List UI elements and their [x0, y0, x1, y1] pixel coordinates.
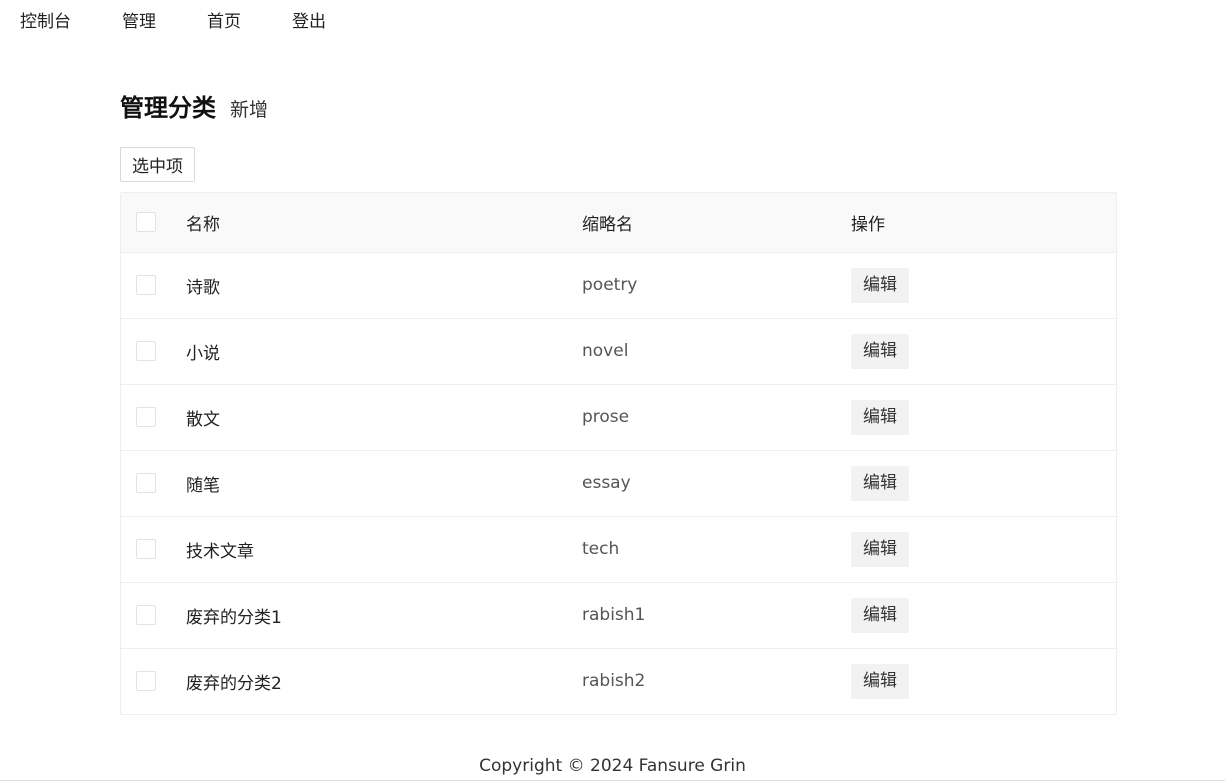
edit-button[interactable]: 编辑: [851, 399, 909, 435]
edit-button[interactable]: 编辑: [851, 465, 909, 501]
table-row: 随笔 essay 编辑: [121, 450, 1116, 516]
add-category-link[interactable]: 新增: [230, 95, 268, 122]
column-header-actions: 操作: [851, 214, 885, 235]
category-slug: tech: [582, 539, 620, 559]
category-table: 名称 缩略名 操作 诗歌 poetry 编辑 小说 novel 编辑 散文 pr…: [120, 192, 1117, 715]
row-checkbox[interactable]: [136, 473, 156, 493]
row-checkbox[interactable]: [136, 671, 156, 692]
table-row: 废弃的分类2 rabish2 编辑: [121, 648, 1116, 714]
selected-items-button[interactable]: 选中项: [120, 147, 195, 182]
table-header-row: 名称 缩略名 操作: [121, 193, 1116, 252]
row-checkbox[interactable]: [136, 605, 156, 625]
category-slug: essay: [582, 473, 631, 493]
edit-button[interactable]: 编辑: [851, 531, 909, 567]
category-name: 小说: [186, 343, 220, 364]
footer-copyright: Copyright © 2024 Fansure Grin: [0, 752, 1225, 781]
category-name: 散文: [186, 409, 220, 430]
category-name: 随笔: [186, 475, 220, 496]
nav-item-dashboard[interactable]: 控制台: [20, 0, 71, 44]
table-row: 技术文章 tech 编辑: [121, 516, 1116, 582]
category-name: 技术文章: [186, 541, 254, 562]
row-checkbox[interactable]: [136, 341, 156, 361]
category-slug: poetry: [582, 275, 638, 295]
edit-button[interactable]: 编辑: [851, 597, 909, 633]
category-slug: novel: [582, 341, 629, 361]
nav-item-logout[interactable]: 登出: [292, 0, 326, 44]
row-checkbox[interactable]: [136, 539, 156, 559]
edit-button[interactable]: 编辑: [851, 267, 909, 303]
category-slug: rabish2: [582, 671, 646, 692]
page-title: 管理分类: [120, 94, 216, 122]
edit-button[interactable]: 编辑: [851, 333, 909, 369]
category-name: 废弃的分类2: [186, 673, 282, 694]
nav-item-manage[interactable]: 管理: [122, 0, 156, 44]
column-header-name: 名称: [186, 214, 220, 235]
category-slug: prose: [582, 407, 630, 427]
table-row: 诗歌 poetry 编辑: [121, 252, 1116, 318]
category-name: 诗歌: [186, 277, 220, 298]
select-all-checkbox[interactable]: [136, 212, 156, 233]
nav-item-home[interactable]: 首页: [207, 0, 241, 44]
row-checkbox[interactable]: [136, 275, 156, 295]
column-header-slug: 缩略名: [582, 214, 633, 235]
category-name: 废弃的分类1: [186, 607, 282, 628]
row-checkbox[interactable]: [136, 407, 156, 427]
category-slug: rabish1: [582, 605, 646, 625]
edit-button[interactable]: 编辑: [851, 663, 909, 699]
table-row: 散文 prose 编辑: [121, 384, 1116, 450]
page-header: 管理分类 新增: [120, 88, 268, 123]
table-row: 小说 novel 编辑: [121, 318, 1116, 384]
header-checkbox-cell: [121, 193, 186, 252]
table-row: 废弃的分类1 rabish1 编辑: [121, 582, 1116, 648]
